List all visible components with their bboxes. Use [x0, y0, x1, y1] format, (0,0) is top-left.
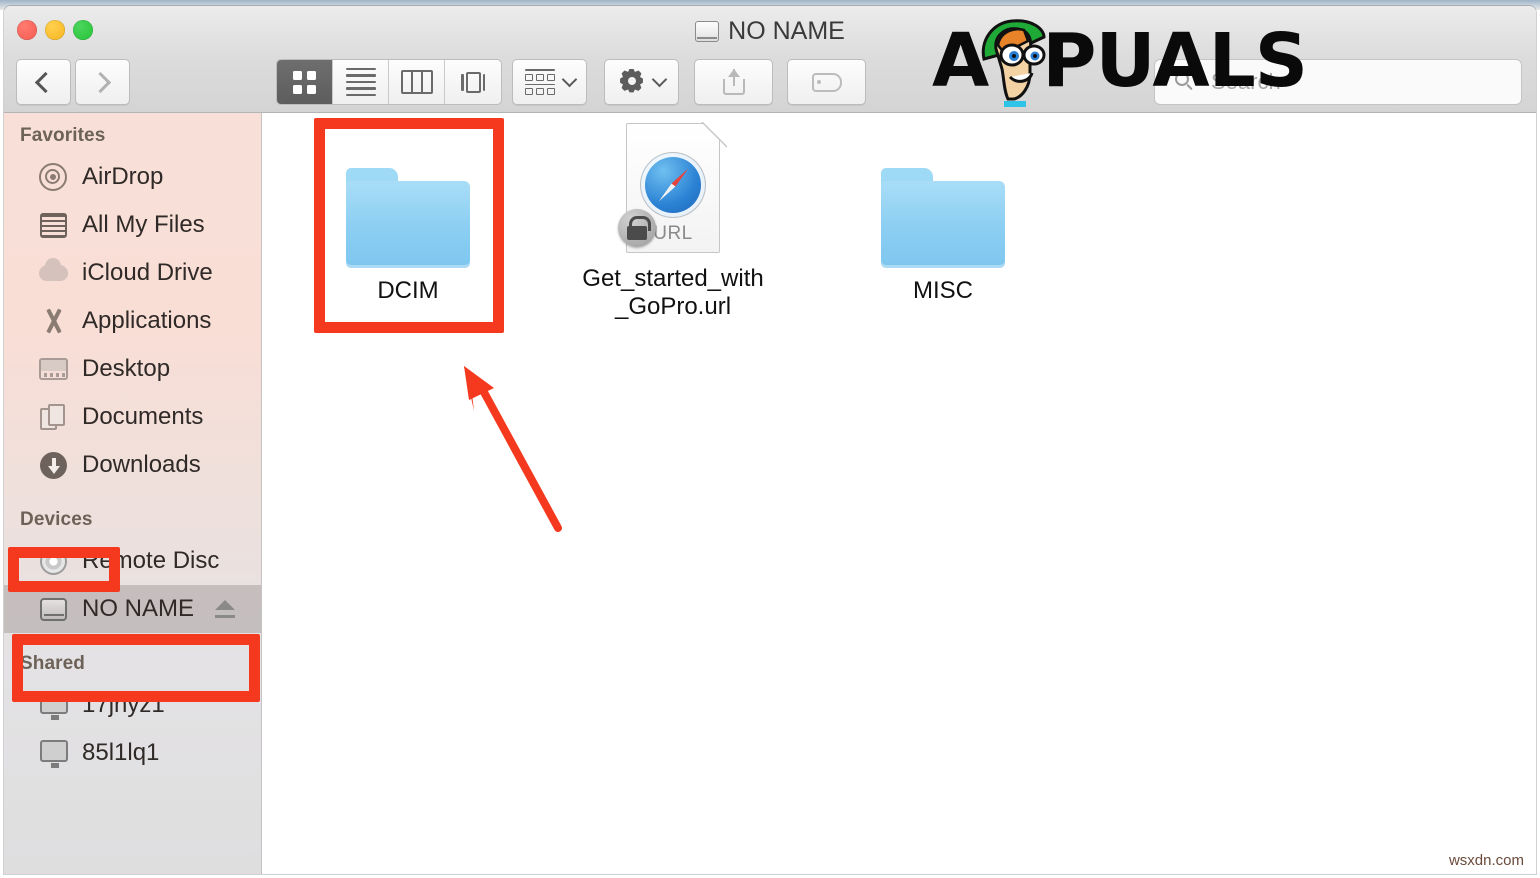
airdrop-icon — [38, 162, 70, 192]
wsxdn-watermark: wsxdn.com — [1444, 851, 1528, 870]
search-icon — [1175, 72, 1189, 86]
columns-icon — [400, 70, 433, 94]
sidebar-item-label: AirDrop — [82, 163, 164, 190]
sidebar-item-label: Remote Disc — [82, 547, 220, 574]
coverflow-view-button[interactable] — [445, 60, 501, 104]
sidebar-item-no-name[interactable]: NO NAME — [4, 585, 261, 633]
remote-disc-icon — [38, 546, 70, 576]
file-item-get-started-url[interactable]: URL Get_started_with_GoPro.url — [578, 121, 768, 322]
sidebar-item-icloud-drive[interactable]: iCloud Drive — [4, 249, 261, 297]
sidebar-item-label: Documents — [82, 403, 204, 430]
window-title-bar-text: NO NAME — [4, 17, 1536, 46]
back-button[interactable] — [16, 59, 71, 105]
sidebar: Favorites AirDrop All My Files iCloud Dr… — [4, 113, 262, 874]
safari-compass-icon — [641, 153, 705, 217]
sidebar-item-label: Downloads — [82, 451, 201, 478]
screenshot-root: NO NAME Search Favorites AirDrop All My … — [0, 0, 1540, 878]
all-my-files-icon — [38, 210, 70, 240]
icloud-icon — [38, 258, 70, 288]
window-titlebar: NO NAME Search — [4, 6, 1536, 113]
sidebar-item-17jnyz1[interactable]: 17jnyz1 — [4, 681, 261, 729]
hard-drive-icon — [695, 21, 720, 42]
sidebar-item-applications[interactable]: Applications — [4, 297, 261, 345]
sidebar-item-label: Desktop — [82, 355, 171, 382]
search-placeholder: Search — [1211, 69, 1281, 94]
sidebar-section-header-favorites: Favorites — [20, 125, 106, 146]
applications-icon — [38, 306, 70, 336]
window-title: NO NAME — [728, 17, 845, 45]
finder-window: NO NAME Search Favorites AirDrop All My … — [4, 6, 1536, 874]
tag-icon — [811, 72, 842, 92]
chevron-left-icon — [34, 71, 57, 93]
sidebar-item-all-my-files[interactable]: All My Files — [4, 201, 261, 249]
eject-icon[interactable] — [215, 600, 235, 618]
share-icon — [722, 69, 745, 95]
sidebar-item-airdrop[interactable]: AirDrop — [4, 153, 261, 201]
chevron-down-icon — [651, 71, 667, 88]
sidebar-item-label: Applications — [82, 307, 212, 334]
lock-icon — [618, 209, 656, 247]
sidebar-item-label: 17jnyz1 — [82, 691, 165, 718]
sidebar-item-label: NO NAME — [82, 595, 195, 622]
computer-icon — [38, 738, 70, 768]
chevron-right-icon — [89, 71, 112, 93]
sidebar-item-label: All My Files — [82, 211, 205, 238]
arrange-by-button[interactable] — [512, 59, 587, 105]
sidebar-item-desktop[interactable]: Desktop — [4, 345, 261, 393]
folder-icon — [848, 133, 1038, 268]
tags-button[interactable] — [787, 59, 866, 105]
sidebar-item-remote-disc[interactable]: Remote Disc — [4, 537, 261, 585]
coverflow-icon — [456, 70, 490, 94]
search-field[interactable]: Search — [1154, 59, 1522, 105]
file-item-label: Get_started_with_GoPro.url — [582, 265, 764, 321]
action-menu-button[interactable] — [604, 59, 679, 105]
sidebar-item-downloads[interactable]: Downloads — [4, 441, 261, 489]
sidebar-item-label: 85l1lq1 — [82, 739, 160, 766]
file-item-misc[interactable]: MISC — [848, 133, 1038, 305]
list-view-button[interactable] — [333, 60, 389, 104]
sidebar-section-header-devices: Devices — [20, 509, 93, 530]
file-item-label: DCIM — [377, 277, 439, 304]
downloads-icon — [38, 450, 70, 480]
view-mode-segmented-control — [276, 59, 502, 105]
column-view-button[interactable] — [389, 60, 445, 104]
list-icon — [345, 67, 376, 97]
desktop-icon — [38, 354, 70, 384]
hard-drive-icon — [38, 594, 70, 624]
sidebar-section-header-shared: Shared — [20, 653, 86, 674]
computer-icon — [38, 690, 70, 720]
sidebar-item-label: iCloud Drive — [82, 259, 213, 286]
navigation-buttons — [16, 59, 130, 105]
file-grid: DCIM URL Get_started_with_GoPro.url MISC — [263, 113, 1536, 874]
sidebar-item-documents[interactable]: Documents — [4, 393, 261, 441]
chevron-down-icon — [561, 71, 577, 88]
share-button[interactable] — [694, 59, 773, 105]
gear-icon — [619, 69, 645, 95]
url-file-icon: URL — [578, 121, 768, 256]
file-item-dcim[interactable]: DCIM — [313, 133, 503, 305]
grid-icon — [293, 70, 316, 94]
forward-button[interactable] — [75, 59, 130, 105]
sidebar-item-85l1lq1[interactable]: 85l1lq1 — [4, 729, 261, 777]
arrange-grid-icon — [524, 68, 555, 96]
folder-icon — [313, 133, 503, 268]
page-fold-icon — [702, 121, 728, 147]
documents-icon — [38, 402, 70, 432]
icon-view-button[interactable] — [277, 60, 333, 104]
file-item-label: MISC — [913, 277, 973, 304]
